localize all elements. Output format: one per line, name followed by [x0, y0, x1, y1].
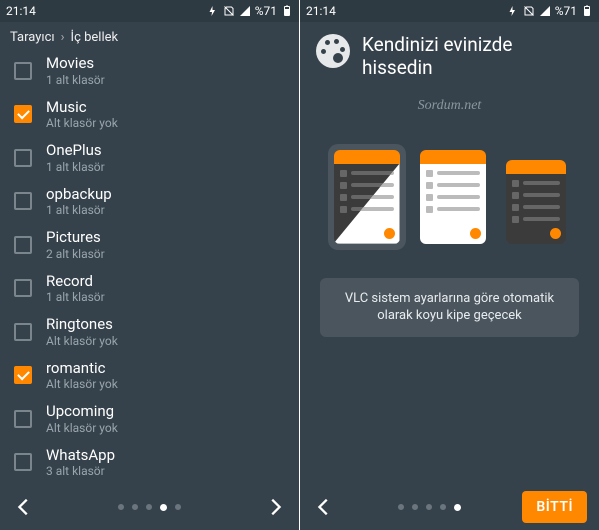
breadcrumb-current: İç bellek	[71, 30, 119, 45]
checkbox[interactable]	[14, 236, 32, 254]
status-icons: %71	[507, 4, 593, 18]
folder-subtext: 1 alt klasör	[46, 73, 105, 87]
battery-icon	[581, 5, 593, 17]
breadcrumb[interactable]: Tarayıcı › İç bellek	[0, 22, 299, 49]
folder-label: Music	[46, 99, 118, 116]
folder-label: Ringtones	[46, 316, 118, 333]
folder-label: Pictures	[46, 229, 105, 246]
checkbox[interactable]	[14, 410, 32, 428]
chevron-right-icon: ›	[61, 30, 65, 45]
theme-options	[300, 144, 599, 250]
list-item[interactable]: Record1 alt klasör	[0, 267, 299, 311]
battery-text: %71	[255, 4, 277, 18]
checkbox[interactable]	[14, 149, 32, 167]
pager-dots	[118, 504, 181, 511]
checkbox[interactable]	[14, 105, 32, 123]
pager-dot[interactable]	[132, 504, 138, 510]
folder-subtext: Alt klasör yok	[46, 377, 118, 391]
palette-icon	[316, 34, 350, 68]
status-time: 21:14	[306, 4, 336, 18]
folder-subtext: 1 alt klasör	[46, 160, 105, 174]
checkbox[interactable]	[14, 453, 32, 471]
pager-dot[interactable]	[454, 504, 461, 511]
signal-icon	[239, 5, 251, 17]
folder-label: opbackup	[46, 186, 112, 203]
list-item[interactable]: OnePlus1 alt klasör	[0, 136, 299, 180]
screen-browser: 21:14 %71 Tarayıcı › İç bellek Movies1 a…	[0, 0, 299, 530]
list-item[interactable]: opbackup1 alt klasör	[0, 180, 299, 224]
folder-label: Upcoming	[46, 403, 118, 420]
checkbox[interactable]	[14, 323, 32, 341]
folder-label: OnePlus	[46, 142, 105, 159]
onboarding-header: Kendinizi evinizde hissedin	[300, 22, 599, 86]
folder-subtext: Alt klasör yok	[46, 334, 118, 348]
status-time: 21:14	[6, 4, 36, 18]
status-bar: 21:14 %71	[300, 0, 599, 22]
pager-bar	[0, 484, 299, 530]
folder-label: romantic	[46, 360, 118, 377]
pager-dot[interactable]	[160, 504, 167, 511]
folder-list: Movies1 alt klasörMusicAlt klasör yokOne…	[0, 49, 299, 484]
no-sim-icon	[523, 5, 535, 17]
list-item[interactable]: WhatsApp3 alt klasör	[0, 441, 299, 485]
folder-label: Record	[46, 273, 105, 290]
folder-subtext: Alt klasör yok	[46, 116, 118, 130]
pager-dot[interactable]	[118, 504, 124, 510]
breadcrumb-root: Tarayıcı	[10, 30, 55, 45]
status-icons: %71	[207, 4, 293, 18]
pager-bar: BİTTİ	[300, 484, 599, 530]
pager-dot[interactable]	[175, 504, 181, 510]
folder-subtext: Alt klasör yok	[46, 421, 118, 435]
charging-icon	[207, 5, 219, 17]
pager-dots	[398, 504, 461, 511]
battery-icon	[281, 5, 293, 17]
folder-subtext: 2 alt klasör	[46, 247, 105, 261]
checkbox[interactable]	[14, 192, 32, 210]
prev-button[interactable]	[312, 495, 336, 519]
list-item[interactable]: UpcomingAlt klasör yok	[0, 397, 299, 441]
onboarding-title: Kendinizi evinizde hissedin	[362, 34, 583, 80]
screen-onboarding: 21:14 %71 Kendinizi evinizde hissedin So…	[300, 0, 599, 530]
pager-dot[interactable]	[146, 504, 152, 510]
next-button[interactable]	[263, 495, 287, 519]
signal-icon	[539, 5, 551, 17]
folder-subtext: 1 alt klasör	[46, 203, 112, 217]
checkbox[interactable]	[14, 62, 32, 80]
info-message: VLC sistem ayarlarına göre otomatik olar…	[320, 278, 579, 337]
pager-dot[interactable]	[426, 504, 432, 510]
pager-dot[interactable]	[412, 504, 418, 510]
theme-option-light[interactable]	[414, 144, 492, 250]
folder-label: WhatsApp	[46, 447, 115, 464]
status-bar: 21:14 %71	[0, 0, 299, 22]
charging-icon	[507, 5, 519, 17]
pager-dot[interactable]	[398, 504, 404, 510]
theme-option-dark[interactable]	[500, 154, 572, 250]
list-item[interactable]: romanticAlt klasör yok	[0, 354, 299, 398]
checkbox[interactable]	[14, 279, 32, 297]
list-item[interactable]: MusicAlt klasör yok	[0, 93, 299, 137]
list-item[interactable]: Movies1 alt klasör	[0, 49, 299, 93]
list-item[interactable]: Pictures2 alt klasör	[0, 223, 299, 267]
watermark-text: Sordum.net	[300, 98, 599, 114]
theme-option-auto[interactable]	[328, 144, 406, 250]
checkbox[interactable]	[14, 366, 32, 384]
pager-dot[interactable]	[440, 504, 446, 510]
folder-label: Movies	[46, 55, 105, 72]
folder-subtext: 3 alt klasör	[46, 464, 115, 478]
folder-subtext: 1 alt klasör	[46, 290, 105, 304]
prev-button[interactable]	[12, 495, 36, 519]
list-item[interactable]: RingtonesAlt klasör yok	[0, 310, 299, 354]
done-button[interactable]: BİTTİ	[522, 491, 587, 523]
no-sim-icon	[223, 5, 235, 17]
battery-text: %71	[555, 4, 577, 18]
